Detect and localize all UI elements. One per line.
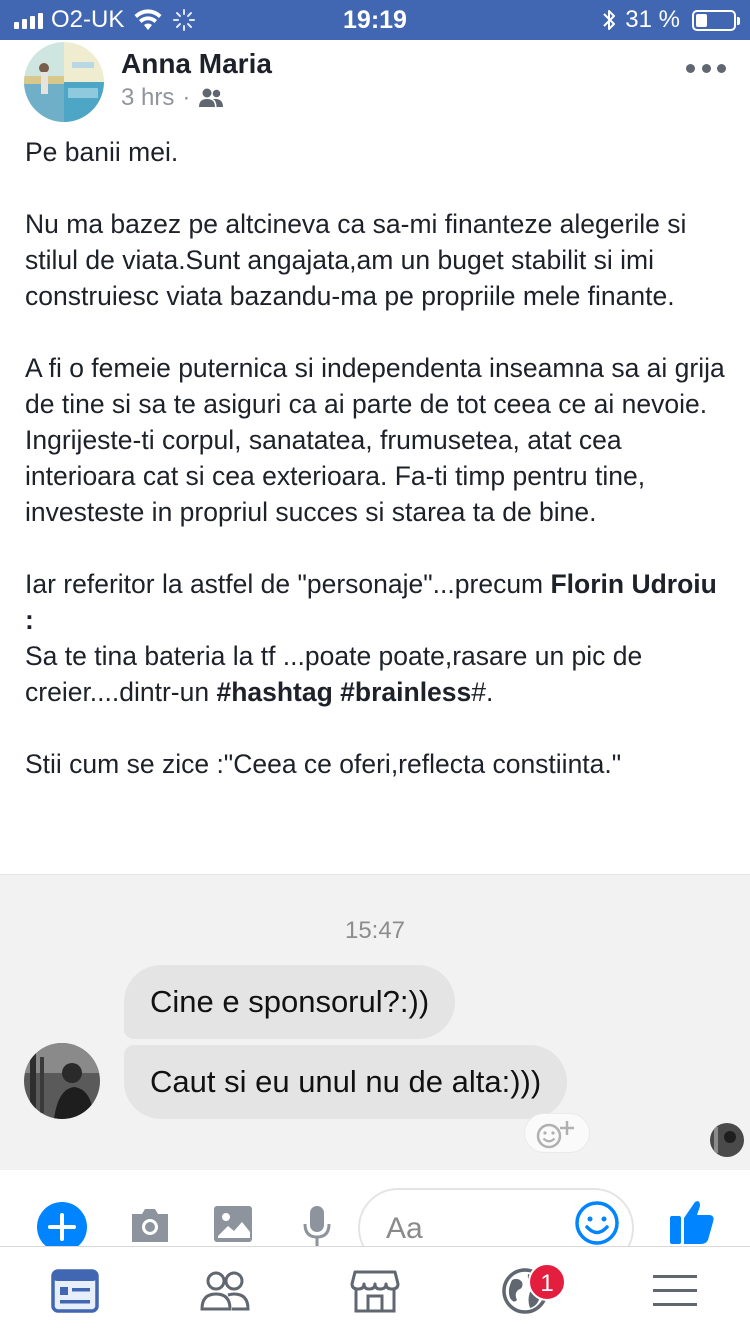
chat-composer: Aa (0, 1172, 750, 1246)
add-reaction-button (524, 1113, 590, 1153)
news-feed-icon (51, 1269, 99, 1313)
post-paragraph: Stii cum se zice :"Ceea ce oferi,reflect… (25, 749, 622, 779)
bottom-tab-bar: 1 (0, 1246, 750, 1334)
text-segment: : (25, 605, 34, 635)
author-name[interactable]: Anna Maria (121, 48, 272, 80)
status-bar: O2-UK 19:19 31 % (0, 0, 750, 40)
microphone-icon (303, 1206, 331, 1246)
post-header: Anna Maria 3 hrs · (24, 42, 726, 124)
post-meta: 3 hrs · (121, 84, 224, 112)
plus-icon (37, 1202, 87, 1246)
author-avatar[interactable] (24, 42, 104, 122)
friends-audience-icon[interactable] (198, 88, 224, 108)
post-paragraph: A fi o femeie puternica si independenta … (25, 353, 725, 527)
marketplace-icon (350, 1270, 400, 1313)
menu-icon (653, 1275, 697, 1306)
message-bubble: Cine e sponsorul?:)) (124, 965, 456, 1039)
seen-receipt-avatar (710, 1123, 744, 1157)
post-text: Pe banii mei. Nu ma bazez pe altcineva c… (25, 134, 725, 782)
chat-timestamp: 15:47 (344, 917, 406, 944)
like-icon (670, 1201, 714, 1244)
meta-separator: · (182, 84, 191, 111)
dot-icon (686, 63, 695, 73)
tab-news-feed[interactable] (0, 1247, 150, 1334)
post-paragraph: Sa te tina bateria la tf ...poate poate,… (25, 638, 725, 710)
message-bubble: Caut si eu unul nu de alta:))) (124, 1045, 568, 1119)
status-right-group: 31 % (601, 6, 740, 34)
tab-marketplace[interactable] (300, 1247, 450, 1334)
message-input-placeholder: Aa (386, 1212, 423, 1245)
dot-icon (717, 63, 726, 73)
battery-icon (692, 9, 740, 31)
more-options-button[interactable] (686, 58, 726, 78)
text-segment: #. (471, 677, 494, 707)
post-paragraph: Nu ma bazez pe altcineva ca sa-mi finant… (25, 209, 687, 311)
image-icon (214, 1206, 252, 1242)
bluetooth-icon (603, 10, 616, 30)
text-segment: Iar referitor la astfel de "personaje"..… (25, 569, 551, 599)
chat-screenshot: 15:47 Cine e sponsorul?:)) Caut si eu un… (0, 874, 750, 1170)
battery-fill (696, 13, 707, 27)
emoji-icon (575, 1201, 619, 1245)
notification-count-badge: 1 (528, 1263, 566, 1301)
smiley-plus-icon (536, 1121, 574, 1149)
camera-icon (132, 1209, 168, 1242)
post-paragraph: Pe banii mei. (25, 137, 179, 167)
post-time[interactable]: 3 hrs (121, 84, 174, 112)
friends-icon (200, 1271, 250, 1311)
dot-icon (701, 63, 711, 73)
sender-avatar (24, 1043, 100, 1119)
tab-friends[interactable] (150, 1247, 300, 1334)
tab-menu[interactable] (600, 1247, 750, 1334)
mention-link[interactable]: Florin Udroiu (551, 569, 717, 599)
tab-notifications[interactable] (450, 1247, 600, 1334)
hashtag-link[interactable]: #hashtag #brainless (216, 677, 471, 707)
battery-percent: 31 % (625, 6, 680, 33)
post-paragraph: Iar referitor la astfel de "personaje"..… (25, 566, 725, 638)
